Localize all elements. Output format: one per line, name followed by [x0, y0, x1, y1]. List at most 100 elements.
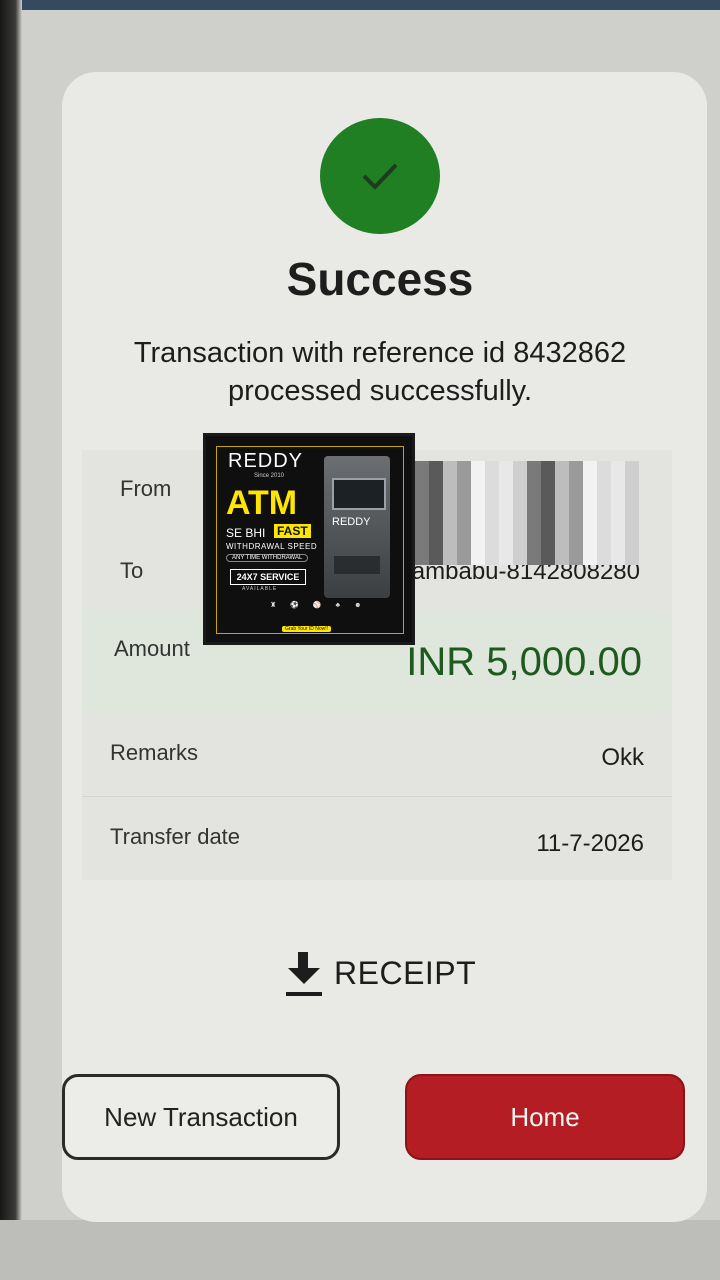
- mosaic-cell: [457, 461, 471, 474]
- ad-since-text: Since 2010: [254, 473, 285, 479]
- mosaic-cell: [569, 526, 583, 539]
- mosaic-cell: [625, 461, 639, 474]
- mosaic-cell: [625, 539, 639, 552]
- mosaic-cell: [415, 513, 429, 526]
- new-transaction-button[interactable]: New Transaction: [62, 1074, 340, 1160]
- mosaic-cell: [597, 526, 611, 539]
- detail-row-remarks: Remarks Okk: [82, 714, 672, 797]
- mosaic-cell: [499, 552, 513, 565]
- mosaic-cell: [499, 461, 513, 474]
- mosaic-cell: [555, 487, 569, 500]
- download-icon: [284, 950, 324, 1000]
- mosaic-cell: [415, 487, 429, 500]
- mosaic-cell: [569, 461, 583, 474]
- mosaic-cell: [429, 474, 443, 487]
- ad-line2: WITHDRAWAL SPEED: [226, 542, 318, 551]
- checkmark-icon: [362, 163, 398, 190]
- mosaic-cell: [485, 487, 499, 500]
- mosaic-cell: [555, 500, 569, 513]
- mosaic-cell: [499, 539, 513, 552]
- mosaic-cell: [583, 500, 597, 513]
- mosaic-cell: [569, 474, 583, 487]
- mosaic-cell: [415, 474, 429, 487]
- ad-fast-badge: FAST: [274, 524, 311, 538]
- mosaic-cell: [611, 461, 625, 474]
- mosaic-cell: [471, 552, 485, 565]
- atm-slot: [334, 556, 380, 574]
- mosaic-cell: [555, 552, 569, 565]
- mosaic-cell: [527, 487, 541, 500]
- mosaic-cell: [555, 539, 569, 552]
- mosaic-cell: [457, 552, 471, 565]
- mosaic-cell: [583, 513, 597, 526]
- mosaic-cell: [555, 526, 569, 539]
- mosaic-cell: [499, 500, 513, 513]
- ad-headline: ATM: [226, 484, 298, 522]
- ad-brand-logo: REDDY: [228, 450, 304, 472]
- mosaic-cell: [443, 552, 457, 565]
- receipt-download-button[interactable]: RECEIPT: [284, 930, 476, 1000]
- mosaic-cell: [583, 539, 597, 552]
- mosaic-cell: [625, 500, 639, 513]
- ad-available-text: AVAILABLE: [242, 586, 278, 592]
- to-label: To: [120, 558, 144, 583]
- mosaic-cell: [485, 539, 499, 552]
- mosaic-cell: [625, 513, 639, 526]
- mosaic-cell: [541, 474, 555, 487]
- mosaic-cell: [457, 500, 471, 513]
- device-edge: [0, 0, 22, 1280]
- mosaic-cell: [457, 539, 471, 552]
- mosaic-cell: [485, 513, 499, 526]
- advertisement-banner[interactable]: REDDY Since 2010 ATM SE BHI FAST WITHDRA…: [203, 433, 415, 645]
- mosaic-cell: [513, 539, 527, 552]
- home-button[interactable]: Home: [405, 1074, 685, 1160]
- mosaic-cell: [485, 461, 499, 474]
- mosaic-cell: [527, 513, 541, 526]
- mosaic-cell: [569, 513, 583, 526]
- mosaic-cell: [513, 500, 527, 513]
- mosaic-cell: [597, 539, 611, 552]
- mosaic-cell: [443, 513, 457, 526]
- mosaic-cell: [513, 461, 527, 474]
- mosaic-cell: [611, 487, 625, 500]
- mosaic-cell: [499, 526, 513, 539]
- mosaic-cell: [583, 461, 597, 474]
- redacted-sender-block: [415, 461, 639, 565]
- mosaic-cell: [569, 552, 583, 565]
- mosaic-cell: [513, 552, 527, 565]
- mosaic-cell: [611, 500, 625, 513]
- mosaic-cell: [625, 487, 639, 500]
- from-label: From: [120, 476, 172, 501]
- mosaic-cell: [583, 487, 597, 500]
- mosaic-cell: [513, 474, 527, 487]
- mosaic-cell: [569, 500, 583, 513]
- mosaic-cell: [429, 500, 443, 513]
- mosaic-cell: [443, 461, 457, 474]
- success-check-badge: [320, 118, 440, 234]
- mosaic-cell: [625, 526, 639, 539]
- ad-cta: Grab Your ID Now!!: [282, 626, 332, 632]
- transfer-date-label: Transfer date: [110, 824, 241, 849]
- mosaic-cell: [541, 513, 555, 526]
- mosaic-cell: [471, 513, 485, 526]
- mosaic-cell: [597, 513, 611, 526]
- mosaic-cell: [457, 474, 471, 487]
- status-title: Success: [286, 253, 474, 305]
- mosaic-cell: [415, 526, 429, 539]
- mosaic-cell: [471, 461, 485, 474]
- sports-icons: ♜ ⚽ ⚾ ♣ ☻: [270, 602, 368, 609]
- atm-screen: [332, 478, 386, 510]
- mosaic-cell: [429, 526, 443, 539]
- amount-label: Amount: [114, 636, 190, 661]
- top-status-strip: [0, 0, 720, 10]
- mosaic-cell: [597, 474, 611, 487]
- mosaic-cell: [583, 474, 597, 487]
- amount-value: INR 5,000.00: [406, 640, 642, 684]
- mosaic-cell: [527, 474, 541, 487]
- mosaic-cell: [611, 474, 625, 487]
- mosaic-cell: [485, 500, 499, 513]
- mosaic-cell: [541, 539, 555, 552]
- mosaic-cell: [485, 526, 499, 539]
- mosaic-cell: [555, 461, 569, 474]
- mosaic-cell: [527, 539, 541, 552]
